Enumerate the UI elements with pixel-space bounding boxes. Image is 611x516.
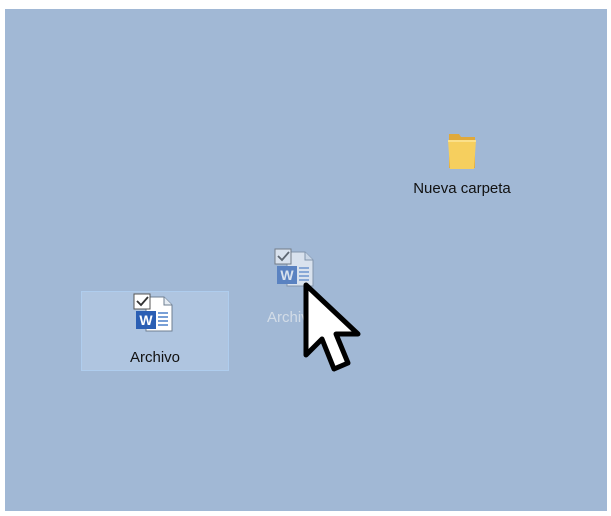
desktop-item-nueva-carpeta[interactable]: Nueva carpeta <box>397 123 527 203</box>
arrow-cursor-icon <box>300 281 370 386</box>
desktop[interactable]: Nueva carpeta W Archivo W Archivo <box>5 9 607 511</box>
svg-text:W: W <box>139 312 153 328</box>
folder-icon <box>445 128 479 176</box>
desktop-item-label: Nueva carpeta <box>413 180 511 197</box>
word-document-icon: W <box>132 293 176 337</box>
desktop-item-label: Archivo <box>129 349 181 366</box>
svg-text:W: W <box>280 267 294 283</box>
desktop-item-archivo[interactable]: W Archivo <box>81 291 229 371</box>
